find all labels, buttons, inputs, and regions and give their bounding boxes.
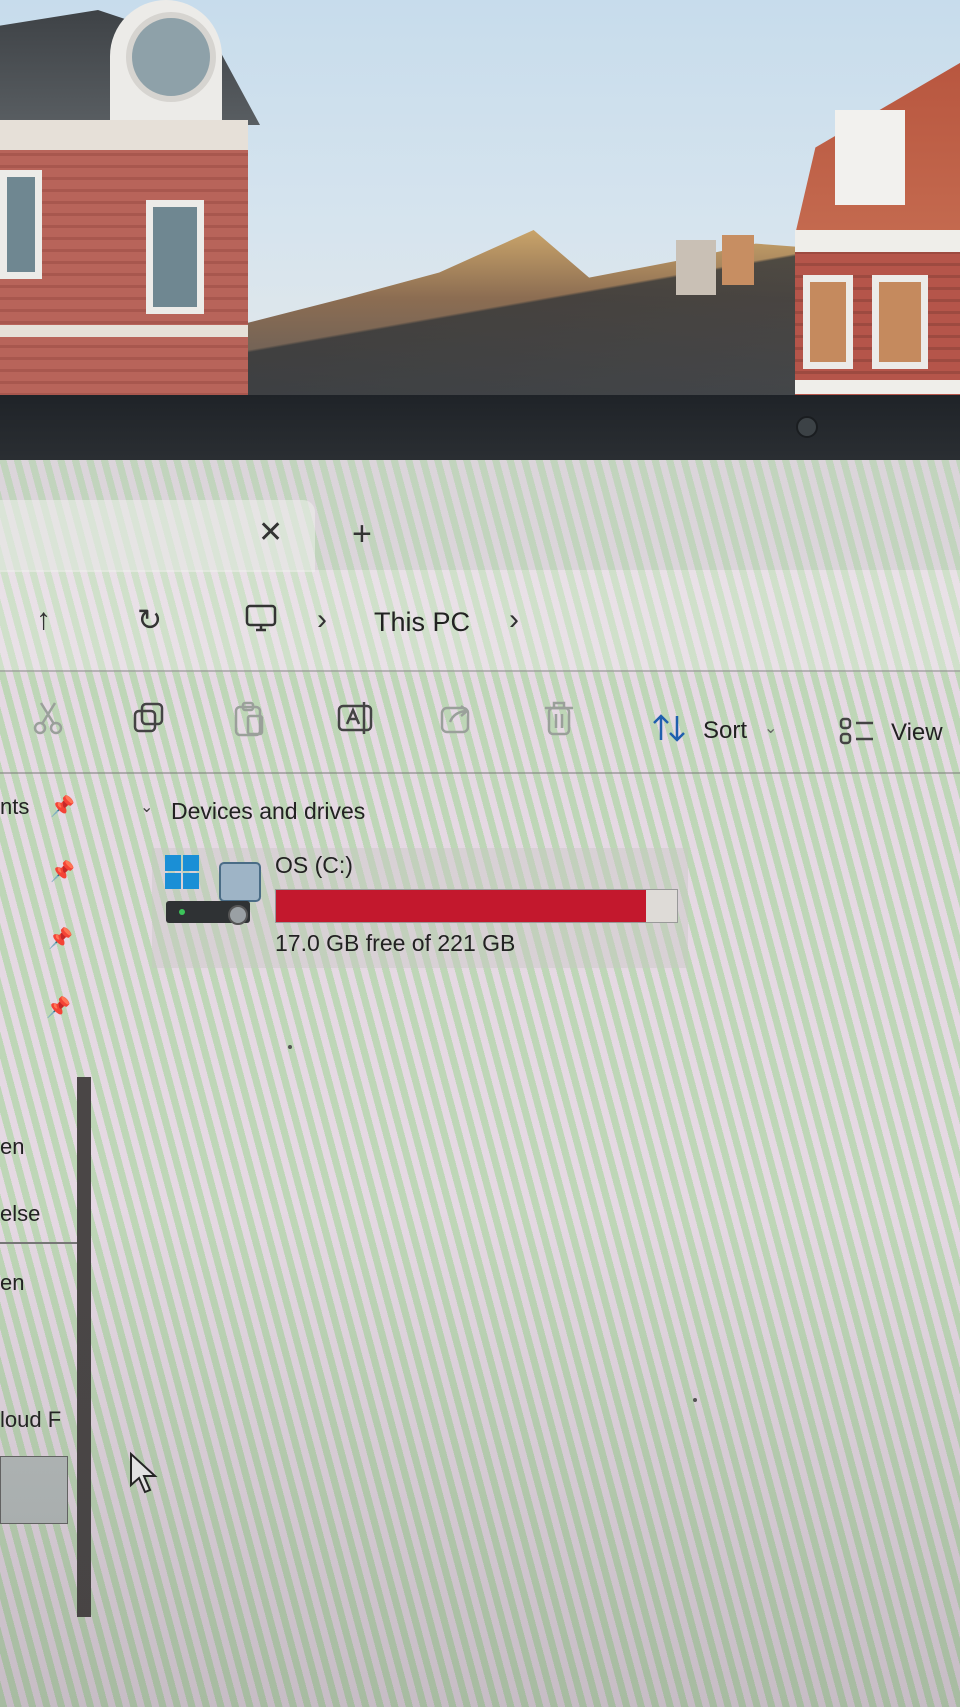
drive-name: OS (C:) — [275, 852, 353, 878]
sidebar-divider — [0, 1242, 84, 1244]
copy-icon[interactable] — [131, 700, 167, 736]
sidebar-item-icloud[interactable]: loud F — [0, 1407, 61, 1433]
chimney — [722, 235, 754, 285]
pin-icon: 📌 — [50, 861, 75, 883]
paste-icon[interactable] — [232, 700, 268, 738]
drive-usage-fill — [276, 890, 647, 922]
new-tab-button[interactable]: + — [352, 515, 372, 554]
rename-icon[interactable] — [336, 700, 374, 736]
drive-icon — [165, 855, 261, 925]
mouse-cursor-icon — [130, 1451, 158, 1494]
pin-icon: 📌 — [50, 796, 75, 818]
breadcrumb-chevron-icon[interactable]: › — [317, 603, 327, 637]
sort-icon[interactable] — [651, 712, 687, 744]
view-button[interactable]: View — [891, 719, 943, 747]
sidebar-item-folder[interactable]: else — [0, 1201, 40, 1227]
sidebar-selected-item[interactable] — [0, 1456, 68, 1524]
sidebar-scrollbar[interactable] — [77, 1077, 91, 1617]
file-explorer-window: ✕ + ↑ ↻ › This PC › Sort ⌄ View nts 📌 📌 … — [0, 460, 960, 1707]
webcam — [796, 416, 818, 438]
computer-icon[interactable] — [244, 603, 278, 635]
share-icon[interactable] — [438, 700, 474, 736]
up-icon[interactable]: ↑ — [36, 603, 51, 637]
pin-icon: 📌 — [48, 928, 73, 950]
building-left — [0, 0, 260, 395]
building-right — [795, 60, 960, 405]
drive-free-space: 17.0 GB free of 221 GB — [275, 930, 516, 956]
sidebar-item-documents[interactable]: nts — [0, 794, 29, 820]
tab-close-button[interactable]: ✕ — [258, 515, 283, 550]
pin-icon: 📌 — [46, 997, 71, 1019]
group-collapse-chevron-icon[interactable]: ⌄ — [140, 797, 153, 817]
refresh-icon[interactable]: ↻ — [137, 603, 162, 638]
sidebar-item-folder[interactable]: en — [0, 1270, 24, 1296]
tab-strip: ✕ + — [0, 460, 960, 572]
delete-icon[interactable] — [542, 700, 576, 738]
sort-dropdown-chevron-icon[interactable]: ⌄ — [764, 718, 777, 738]
sort-button[interactable]: Sort — [703, 717, 747, 745]
view-icon[interactable] — [838, 715, 876, 747]
group-header-devices[interactable]: Devices and drives — [171, 798, 365, 825]
chimney — [676, 240, 716, 295]
breadcrumb-this-pc[interactable]: This PC — [374, 607, 470, 638]
sidebar-item-folder[interactable]: en — [0, 1134, 24, 1160]
drive-usage-bar — [275, 889, 678, 923]
breadcrumb-chevron-icon[interactable]: › — [509, 603, 519, 637]
cut-icon[interactable] — [31, 700, 65, 736]
screen-dust — [693, 1398, 697, 1402]
screen-dust — [288, 1045, 292, 1049]
